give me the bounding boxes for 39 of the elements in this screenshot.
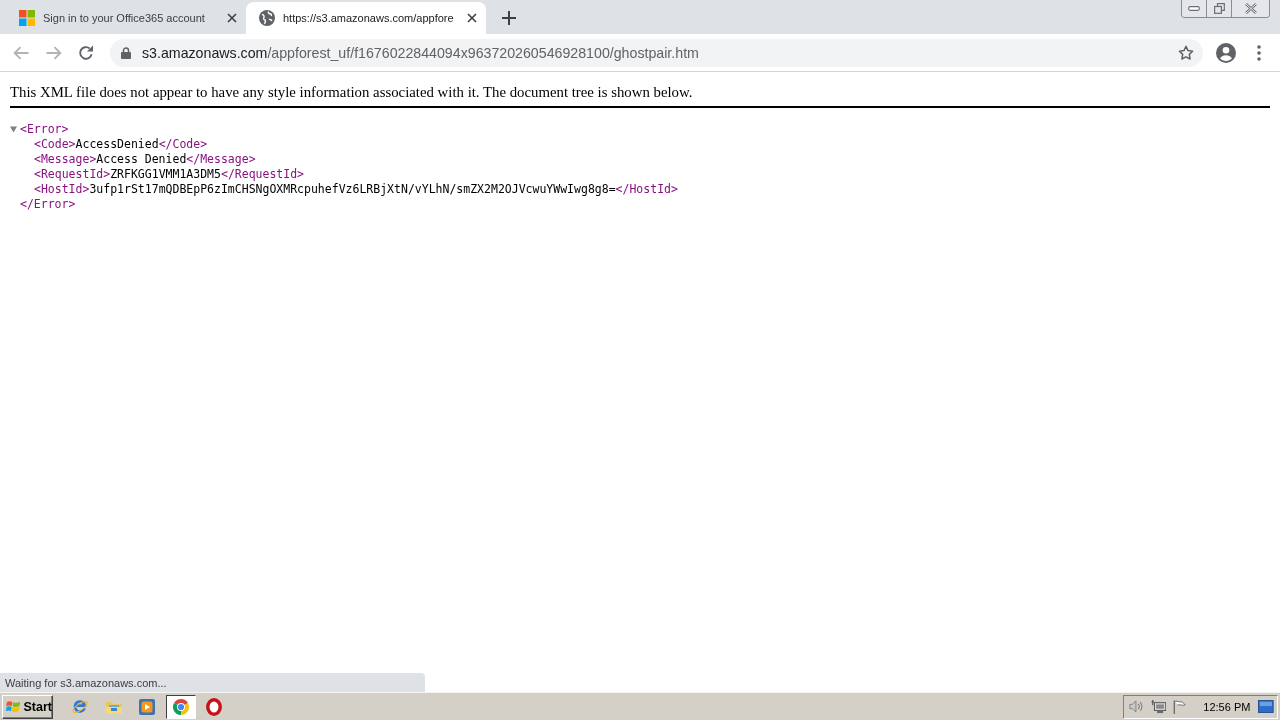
ring-icon (206, 697, 222, 716)
xml-line: <Error> (20, 122, 69, 137)
xml-line: <Code>AccessDenied</Code> (34, 137, 208, 152)
address-bar[interactable]: s3.amazonaws.com/appforest_uf/f1676022844094x963720260546928100/ghostpair.htm (110, 38, 1203, 67)
account-icon[interactable] (1216, 42, 1236, 63)
status-bubble: Waiting for s3.amazonaws.com... (0, 673, 425, 692)
minimize-button[interactable] (1182, 0, 1206, 17)
xml-notice: This XML file does not appear to have any style information associated with it. The document tree is shown below. (10, 83, 693, 101)
plus-icon[interactable] (502, 11, 516, 25)
four-squares-icon (19, 10, 35, 26)
clock: 12:56 PM (1203, 700, 1251, 713)
xml-line: <Message>Access Denied</Message> (34, 152, 256, 167)
xml-line: <HostId>3ufp1rSt17mQDBEpP6zImCHSNgOXMRcpuhefVz6LRBjXtN/vYLhN/smZX2M2OJVcwuYWwIwg8g8=</HostId> (34, 182, 678, 197)
flag-icon[interactable] (1173, 698, 1187, 715)
taskbar-button[interactable] (165, 694, 196, 719)
browser-tab[interactable]: https://s3.amazonaws.com/appfore (246, 2, 486, 34)
xml-line: <RequestId>ZRFKGG1VMM1A3DM5</RequestId> (34, 167, 305, 182)
lock-icon (121, 46, 131, 59)
star-icon[interactable] (1178, 44, 1194, 61)
globe-icon (259, 10, 275, 26)
start-button[interactable]: Start (2, 694, 53, 719)
xml-line: </Error> (20, 197, 76, 212)
close-icon[interactable] (467, 13, 477, 23)
flag-logo-icon (6, 699, 21, 714)
close-icon (1244, 3, 1257, 14)
restore-button[interactable] (1206, 0, 1231, 17)
reload-icon[interactable] (78, 44, 94, 61)
tricolor-circle-icon (171, 697, 190, 716)
close-icon[interactable] (227, 13, 237, 23)
menu-icon[interactable] (1257, 44, 1261, 61)
minimize-icon (1188, 6, 1200, 11)
network-computer-icon[interactable] (1150, 698, 1167, 715)
triangle-icon[interactable] (10, 126, 17, 133)
monitor-icon[interactable] (1258, 699, 1274, 714)
e-orbit-icon (71, 697, 89, 716)
restore-icon (1213, 3, 1225, 14)
play-tile-icon (139, 698, 155, 715)
browser-tab[interactable]: Sign in to your Office365 account (6, 2, 246, 34)
close-window-button[interactable] (1231, 0, 1269, 17)
